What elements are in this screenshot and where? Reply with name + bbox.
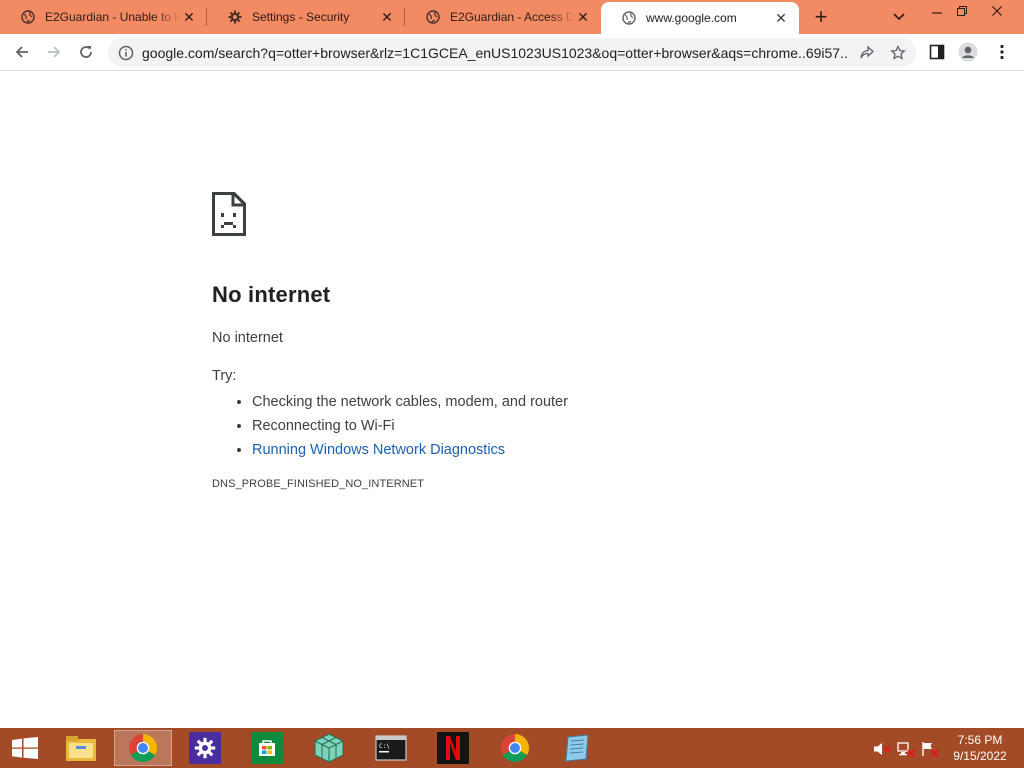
clock-date: 9/15/2022: [953, 749, 1007, 763]
netflix-icon[interactable]: [424, 730, 482, 766]
settings-icon[interactable]: [176, 730, 234, 766]
url-text: google.com/search?q=otter+browser&rlz=1C…: [142, 44, 848, 61]
windows-taskbar: C:\ 7:56 PM 9/15/2022: [0, 728, 1024, 768]
tab-title: E2Guardian - Access Denied: [450, 10, 575, 24]
globe-icon: [20, 9, 36, 25]
tab-e2guardian-unable[interactable]: E2Guardian - Unable to load ✕: [0, 0, 207, 34]
netflix-tile: [437, 732, 469, 764]
tab-settings-security[interactable]: Settings - Security ✕: [207, 0, 405, 34]
gear-icon: [227, 9, 243, 25]
side-panel-icon[interactable]: [927, 42, 947, 62]
close-window-button[interactable]: [980, 0, 1014, 22]
tab-strip: E2Guardian - Unable to load ✕ Settings -…: [0, 0, 1024, 34]
address-bar[interactable]: google.com/search?q=otter+browser&rlz=1C…: [108, 38, 916, 67]
action-center-flag-icon[interactable]: [921, 740, 939, 758]
suggestion-item-link-wrapper: Running Windows Network Diagnostics: [252, 438, 812, 462]
start-button[interactable]: [0, 728, 50, 768]
back-button[interactable]: [8, 38, 36, 66]
suggestion-item: Reconnecting to Wi-Fi: [252, 414, 812, 438]
kebab-menu-icon[interactable]: [992, 42, 1012, 62]
network-diagnostics-link[interactable]: Running Windows Network Diagnostics: [252, 442, 505, 458]
clock-time: 7:56 PM: [957, 733, 1003, 747]
suggestion-item: Checking the network cables, modem, and …: [252, 390, 812, 414]
tab-search-chevron-down-icon[interactable]: [890, 8, 908, 26]
error-code: DNS_PROBE_FINISHED_NO_INTERNET: [212, 478, 425, 490]
close-icon[interactable]: ✕: [575, 9, 591, 25]
globe-icon: [621, 10, 637, 26]
error-page: No internet No internet Try: Checking th…: [212, 192, 812, 490]
network-cube-icon[interactable]: [300, 730, 358, 766]
close-icon[interactable]: ✕: [379, 9, 395, 25]
notepad-icon[interactable]: [548, 730, 606, 766]
try-label: Try:: [212, 368, 237, 384]
store-icon[interactable]: [238, 730, 296, 766]
error-heading: No internet: [212, 282, 331, 307]
close-icon[interactable]: ✕: [181, 9, 197, 25]
browser-toolbar: google.com/search?q=otter+browser&rlz=1C…: [0, 34, 1024, 71]
file-explorer-icon[interactable]: [52, 730, 110, 766]
globe-icon: [425, 9, 441, 25]
error-subtext: No internet: [212, 330, 283, 346]
bookmark-star-icon[interactable]: [889, 44, 907, 62]
share-icon[interactable]: [858, 44, 876, 62]
command-prompt-icon[interactable]: C:\: [362, 730, 420, 766]
close-icon[interactable]: ✕: [773, 10, 789, 26]
reload-button[interactable]: [72, 38, 100, 66]
settings-tile: [189, 732, 221, 764]
profile-avatar-icon[interactable]: [958, 42, 978, 62]
chrome-icon[interactable]: [114, 730, 172, 766]
system-clock[interactable]: 7:56 PM 9/15/2022: [944, 732, 1016, 764]
store-tile: [251, 732, 283, 764]
chrome-icon[interactable]: [486, 730, 544, 766]
network-disconnected-icon[interactable]: [897, 740, 915, 758]
tab-title: Settings - Security: [252, 10, 350, 24]
svg-text:C:\: C:\: [379, 743, 390, 750]
info-icon[interactable]: [118, 45, 134, 61]
restore-button[interactable]: [947, 0, 977, 22]
tab-title: www.google.com: [646, 11, 737, 25]
sad-page-icon: [212, 192, 246, 236]
tab-title: E2Guardian - Unable to load: [45, 10, 181, 24]
suggestions-list: Checking the network cables, modem, and …: [252, 390, 812, 462]
forward-button[interactable]: [40, 38, 68, 66]
tab-google-active[interactable]: www.google.com ✕: [601, 2, 799, 34]
volume-muted-icon[interactable]: [873, 740, 891, 758]
tab-e2guardian-access-denied[interactable]: E2Guardian - Access Denied ✕: [405, 0, 601, 34]
new-tab-button[interactable]: +: [808, 4, 834, 30]
